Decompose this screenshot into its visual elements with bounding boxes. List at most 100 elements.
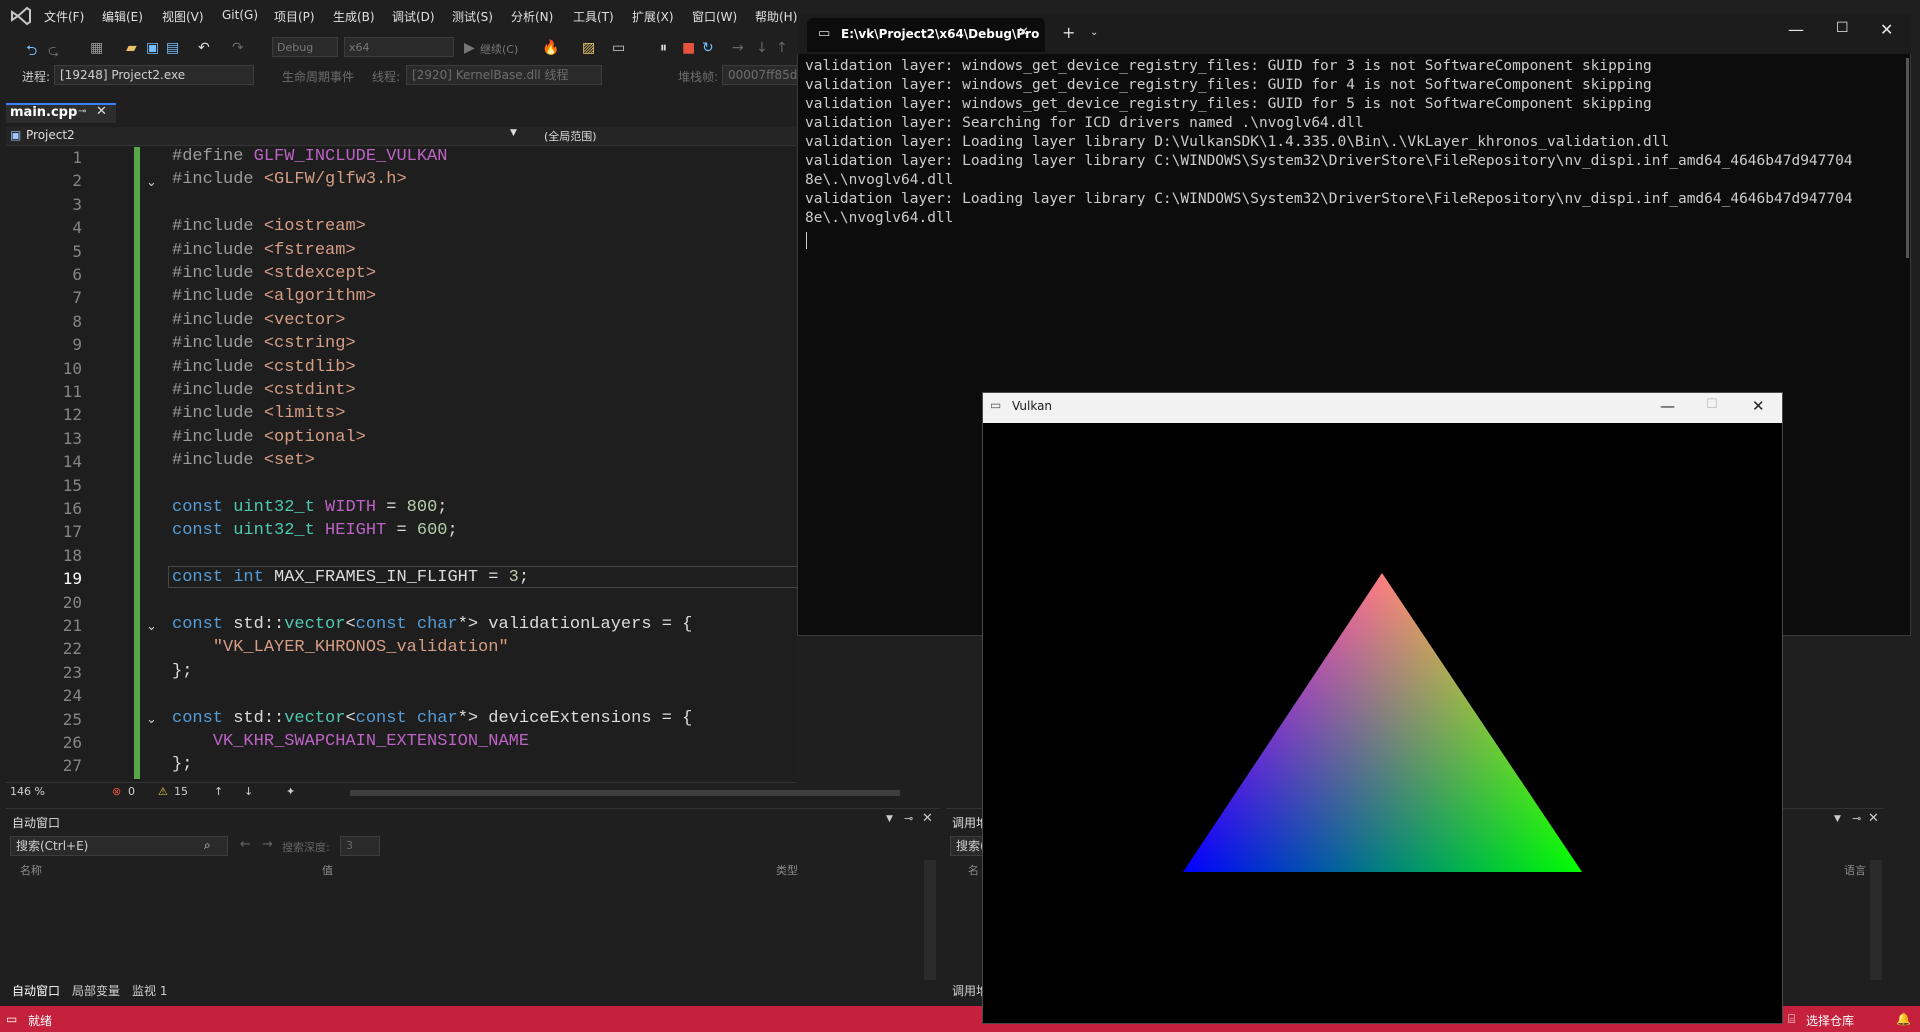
terminal-scrollbar[interactable] xyxy=(1906,58,1909,258)
save-all-icon[interactable]: ▤ xyxy=(166,40,179,56)
fold-toggle-icon[interactable]: ⌄ xyxy=(146,712,157,727)
code-line[interactable]: #include <iostream> xyxy=(172,217,366,236)
code-line[interactable]: #include <fstream> xyxy=(172,241,356,260)
code-editor[interactable] xyxy=(6,147,796,781)
code-line[interactable]: #include <limits> xyxy=(172,404,345,423)
forward-arrow-icon[interactable]: → xyxy=(262,837,273,852)
panel-menu-icon[interactable]: ▼ xyxy=(886,814,893,824)
close-window-icon[interactable]: ✕ xyxy=(1752,397,1765,415)
next-issue-icon[interactable]: ↓ xyxy=(244,785,253,798)
menu-item[interactable]: 视图(V) xyxy=(162,8,204,25)
minimize-icon[interactable]: — xyxy=(1660,397,1675,415)
code-line[interactable]: #include <vector> xyxy=(172,311,345,330)
horizontal-scrollbar[interactable] xyxy=(350,790,900,796)
menu-item[interactable]: 调试(D) xyxy=(392,8,435,25)
window-layout-icon[interactable]: ▭ xyxy=(612,40,625,56)
column-header-name[interactable]: 名称 xyxy=(20,862,42,878)
continue-button[interactable]: 继续(C) xyxy=(480,41,518,57)
zoom-level[interactable]: 146 % xyxy=(10,785,45,798)
continue-icon[interactable]: ▶ xyxy=(464,40,475,56)
code-line[interactable]: const std::vector<const char*> deviceExt… xyxy=(172,709,692,728)
code-line[interactable]: #include <cstdlib> xyxy=(172,358,356,377)
stack-frame-dropdown[interactable]: 00007ff85d3 xyxy=(722,65,798,85)
menu-item[interactable]: 窗口(W) xyxy=(692,8,737,25)
code-line[interactable]: const uint32_t WIDTH = 800; xyxy=(172,498,447,517)
tab-locals[interactable]: 局部变量 xyxy=(72,982,120,999)
close-tab-icon[interactable]: ✕ xyxy=(96,104,107,119)
scope-dropdown[interactable]: (全局范围) xyxy=(544,128,597,144)
code-line[interactable]: #include <cstring> xyxy=(172,334,356,353)
fold-toggle-icon[interactable]: ⌄ xyxy=(146,619,157,634)
maximize-icon[interactable]: ☐ xyxy=(1706,397,1718,412)
search-icon[interactable]: ⌕ xyxy=(204,838,211,853)
menu-item[interactable]: Git(G) xyxy=(222,8,258,22)
menu-item[interactable]: 编辑(E) xyxy=(102,8,143,25)
column-header-type[interactable]: 类型 xyxy=(776,862,798,878)
code-line[interactable]: }; xyxy=(172,755,192,774)
menu-item[interactable]: 工具(T) xyxy=(573,8,614,25)
stop-icon[interactable]: ■ xyxy=(682,40,695,56)
previous-issue-icon[interactable]: ↑ xyxy=(214,785,223,798)
panel-menu-icon[interactable]: ▼ xyxy=(1834,814,1841,824)
tab-autos[interactable]: 自动窗口 xyxy=(12,982,60,999)
maximize-icon[interactable]: ☐ xyxy=(1836,20,1849,36)
code-line[interactable]: #include <optional> xyxy=(172,428,366,447)
menu-item[interactable]: 扩展(X) xyxy=(632,8,674,25)
code-line[interactable]: const uint32_t HEIGHT = 600; xyxy=(172,521,458,540)
close-window-icon[interactable]: ✕ xyxy=(1880,20,1893,39)
back-arrow-icon[interactable]: ← xyxy=(240,837,251,852)
redo-icon[interactable]: ↷ xyxy=(232,40,244,56)
new-project-icon[interactable]: ▦ xyxy=(90,40,103,56)
pin-icon[interactable]: ⊸ xyxy=(1852,812,1861,825)
select-repository-button[interactable]: 选择仓库 xyxy=(1806,1012,1854,1029)
warning-count[interactable]: 15 xyxy=(174,785,188,798)
fold-toggle-icon[interactable]: ⌄ xyxy=(146,175,157,190)
pause-icon[interactable]: ⏸ xyxy=(660,40,667,56)
tab-watch-1[interactable]: 监视 1 xyxy=(132,982,167,999)
project-dropdown[interactable]: Project2 xyxy=(26,128,75,142)
open-file-icon[interactable]: ▰ xyxy=(126,40,137,56)
close-panel-icon[interactable]: ✕ xyxy=(1868,811,1879,826)
menu-item[interactable]: 项目(P) xyxy=(274,8,315,25)
column-header-value[interactable]: 值 xyxy=(322,862,333,878)
minimize-icon[interactable]: — xyxy=(1788,20,1804,39)
platform-dropdown[interactable]: x64 xyxy=(344,37,454,57)
code-line[interactable]: #include <GLFW/glfw3.h> xyxy=(172,170,407,189)
vertical-scrollbar[interactable] xyxy=(1870,860,1882,980)
notification-bell-icon[interactable]: 🔔 xyxy=(1896,1012,1911,1026)
code-line[interactable]: #include <cstdint> xyxy=(172,381,356,400)
step-out-icon[interactable]: ↑ xyxy=(776,40,788,56)
code-line[interactable]: #define GLFW_INCLUDE_VULKAN xyxy=(172,147,447,166)
pin-icon[interactable]: ⊸ xyxy=(904,812,913,825)
code-line[interactable]: #include <stdexcept> xyxy=(172,264,376,283)
step-over-icon[interactable]: → xyxy=(732,40,744,56)
browse-icon[interactable]: ▨ xyxy=(582,40,595,56)
menu-item[interactable]: 测试(S) xyxy=(452,8,493,25)
close-panel-icon[interactable]: ✕ xyxy=(922,811,933,826)
code-line[interactable]: VK_KHR_SWAPCHAIN_EXTENSION_NAME xyxy=(172,732,529,751)
menu-item[interactable]: 文件(F) xyxy=(44,8,84,25)
menu-item[interactable]: 生成(B) xyxy=(333,8,375,25)
column-header-name[interactable]: 名 xyxy=(968,862,979,878)
code-line[interactable]: }; xyxy=(172,662,192,681)
step-into-icon[interactable]: ↓ xyxy=(756,40,768,56)
code-line[interactable]: const std::vector<const char*> validatio… xyxy=(172,615,692,634)
restart-icon[interactable]: ↻ xyxy=(702,40,714,56)
undo-icon[interactable]: ↶ xyxy=(198,40,210,56)
configuration-dropdown[interactable]: Debug xyxy=(272,37,338,57)
menu-item[interactable]: 分析(N) xyxy=(511,8,553,25)
code-line[interactable]: #include <algorithm> xyxy=(172,287,376,306)
lifecycle-events-label[interactable]: 生命周期事件 xyxy=(282,68,354,85)
thread-dropdown[interactable]: [2920] KernelBase.dll 线程 xyxy=(406,65,602,85)
chevron-down-icon[interactable]: ▼ xyxy=(510,128,517,138)
save-icon[interactable]: ▣ xyxy=(146,40,159,56)
code-line[interactable]: "VK_LAYER_KHRONOS_validation" xyxy=(172,638,509,657)
back-icon[interactable]: ⮌ xyxy=(26,40,37,64)
column-header-language[interactable]: 语言 xyxy=(1844,862,1866,878)
autos-search-input[interactable]: 搜索(Ctrl+E) xyxy=(10,836,228,856)
vertical-scrollbar[interactable] xyxy=(924,860,936,980)
forward-icon[interactable]: ⮎ xyxy=(48,40,59,64)
menu-item[interactable]: 帮助(H) xyxy=(755,8,797,25)
chevron-down-icon[interactable]: ⌄ xyxy=(1090,27,1098,38)
code-line[interactable]: #include <set> xyxy=(172,451,315,470)
